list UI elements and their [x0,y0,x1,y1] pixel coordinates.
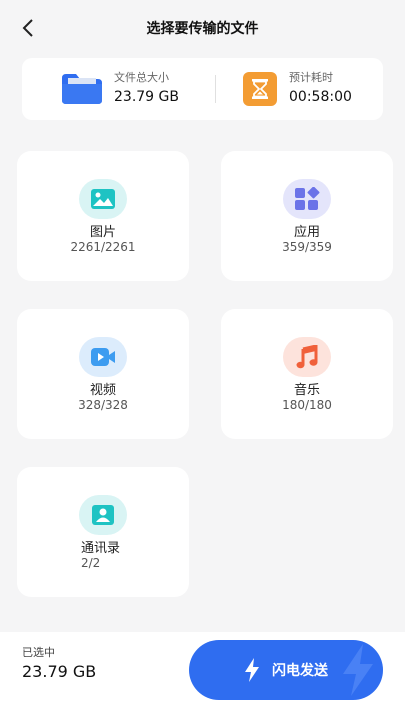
footer-bar: 已选中 23.79 GB 闪电发送 [0,632,405,720]
estimated-time-label: 预计耗时 [289,71,333,84]
category-name: 图片 [89,225,116,240]
category-card-contacts[interactable]: 通讯录 2/2 [17,467,189,597]
category-card-apps[interactable]: 应用 359/359 [221,151,393,281]
estimated-time-block: 预计耗时 00:58:00 [243,58,352,120]
category-name: 音乐 [293,383,320,398]
image-icon [79,179,127,219]
send-button-label: 闪电发送 [272,663,328,679]
page-title: 选择要传输的文件 [146,21,259,37]
total-size-block: 文件总大小 23.79 GB [62,58,179,120]
selected-label: 已选中 [22,646,55,659]
lightning-icon [245,658,259,682]
category-count: 359/359 [282,240,332,254]
category-card-music[interactable]: 音乐 180/180 [221,309,393,439]
category-card-videos[interactable]: 视频 328/328 [17,309,189,439]
contact-icon [79,495,127,535]
music-icon [283,337,331,377]
category-card-images[interactable]: 图片 2261/2261 [17,151,189,281]
folder-icon [62,74,102,104]
total-size-value: 23.79 GB [114,89,179,105]
video-icon [79,337,127,377]
category-count: 2261/2261 [70,240,136,254]
category-name: 应用 [293,225,320,240]
category-name: 视频 [89,383,116,398]
category-count: 328/328 [78,398,128,412]
category-count: 2/2 [81,556,101,570]
category-name: 通讯录 [81,541,121,556]
apps-icon [283,179,331,219]
summary-card: 文件总大小 23.79 GB 预计耗时 00:58:00 [22,58,383,120]
total-size-label: 文件总大小 [114,71,169,84]
header: 选择要传输的文件 [0,0,405,56]
category-count: 180/180 [282,398,332,412]
lightning-bg-icon [343,644,373,696]
estimated-time-value: 00:58:00 [289,89,352,105]
selected-size-value: 23.79 GB [22,662,97,681]
hourglass-icon [243,72,277,106]
divider [215,75,216,103]
flash-send-button[interactable]: 闪电发送 [189,640,383,700]
